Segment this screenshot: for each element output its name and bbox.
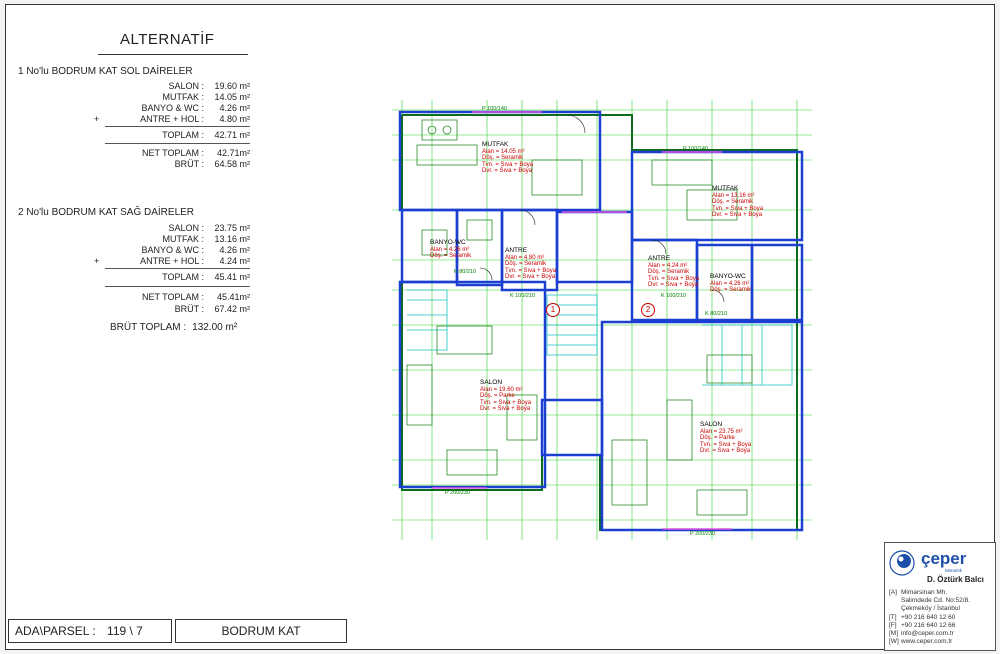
- room-label-left-bath: BANYO-WC Alan = 4.26 m² Döş. = Seramik: [430, 239, 472, 259]
- sum-line: [105, 286, 250, 287]
- room-label-right-bath: BANYO-WC Alan = 4.26 m² Döş. = Seramik: [710, 273, 752, 293]
- apartment-2-gross: BRÜT :67.42 m²: [174, 304, 250, 314]
- door-tag: K 100/210: [661, 293, 687, 299]
- parcel-box: ADA\PARSEL : 119 \ 7: [8, 619, 172, 643]
- company-brand: çeper: [921, 549, 967, 568]
- floor-name-box: BODRUM KAT: [175, 619, 347, 643]
- company-person: D. Öztürk Balcı: [927, 575, 984, 584]
- window-tag: P 200/230: [690, 531, 715, 537]
- room-label-right-kitchen: MUTFAK Alan = 13.16 m² Döş. = Seramik Tv…: [712, 185, 764, 218]
- door-tag: K 80/210: [705, 311, 728, 317]
- apartment-1-net-total: NET TOPLAM :42.71m²: [141, 148, 250, 158]
- sheet-title: ALTERNATİF: [120, 31, 215, 48]
- window-tag: P 100/140: [482, 106, 507, 112]
- door-tag: K 100/210: [510, 293, 536, 299]
- sum-line: [105, 268, 250, 269]
- title-underline: [98, 54, 248, 55]
- room-label-right-entrance: ANTRE Alan = 4.24 m² Döş. = Seramik Tvn.…: [648, 255, 700, 288]
- apartment-1-room-row: + ANTRE + HOL :4.80 m²: [94, 114, 250, 124]
- room-label-right-living: SALON Alan = 23.75 m² Döş. = Parke Tvn. …: [700, 421, 752, 454]
- apartment-2-total: TOPLAM :45.41 m²: [162, 272, 250, 282]
- window-tag: P 100/140: [683, 146, 708, 152]
- unit-marker-2: 2: [641, 303, 655, 317]
- apartment-1-gross: BRÜT :64.58 m²: [174, 159, 250, 169]
- apartment-2-room-row: SALON :23.75 m²: [168, 223, 250, 233]
- window-tag: P 200/230: [445, 490, 470, 496]
- contact-line: Çekmeköy / İstanbul: [901, 605, 960, 612]
- floor-plan: [392, 100, 812, 540]
- company-sub: Mimarlık: [945, 568, 962, 573]
- contact-line: [T] +90 216 640 12 60: [889, 614, 956, 621]
- apartment-1-total: TOPLAM :42.71 m²: [162, 130, 250, 140]
- sum-line: [105, 126, 250, 127]
- room-label-left-living: SALON Alan = 19.60 m² Döş. = Parke Tvn. …: [480, 379, 532, 412]
- grand-total: BRÜT TOPLAM :132.00 m²: [110, 322, 238, 333]
- apartment-1-heading: 1 No'lu BODRUM KAT SOL DAİRELER: [18, 66, 193, 77]
- company-block: çeper Mimarlık D. Öztürk Balcı [A] Mimars…: [884, 542, 996, 651]
- apartment-1-room-row: MUTFAK :14.05 m²: [162, 92, 250, 102]
- apartment-2-net-total: NET TOPLAM :45.41m²: [141, 292, 250, 302]
- unit-marker-1: 1: [546, 303, 560, 317]
- sum-line: [105, 143, 250, 144]
- room-label-left-entrance: ANTRE Alan = 4.80 m² Döş. = Seramik Tvn.…: [505, 247, 557, 280]
- contact-line: [F] +90 216 640 12 66: [889, 622, 956, 629]
- contact-line: [M] info@ceper.com.tr: [889, 630, 954, 637]
- plan-stairs: [407, 289, 793, 386]
- door-tag: K 80/210: [454, 269, 477, 275]
- apartment-2-room-row: BANYO & WC :4.26 m²: [141, 245, 250, 255]
- apartment-2-heading: 2 No'lu BODRUM KAT SAĞ DAİRELER: [18, 207, 195, 218]
- plan-walls: [398, 110, 804, 532]
- apartment-1-room-row: BANYO & WC :4.26 m²: [141, 103, 250, 113]
- room-label-left-kitchen: MUTFAK Alan = 14.05 m² Döş. = Seramik Tv…: [482, 141, 534, 174]
- apartment-1-room-row: SALON :19.60 m²: [168, 81, 250, 91]
- contact-line: [A] Mimarsinan Mh.: [889, 589, 948, 596]
- company-logo-icon: [889, 550, 915, 576]
- contact-line: [W] www.ceper.com.tr: [889, 638, 953, 645]
- apartment-2-room-row: + ANTRE + HOL :4.24 m²: [94, 256, 250, 266]
- contact-line: Salimdede Cd. No:52/8.: [901, 597, 971, 604]
- apartment-2-room-row: MUTFAK :13.16 m²: [162, 234, 250, 244]
